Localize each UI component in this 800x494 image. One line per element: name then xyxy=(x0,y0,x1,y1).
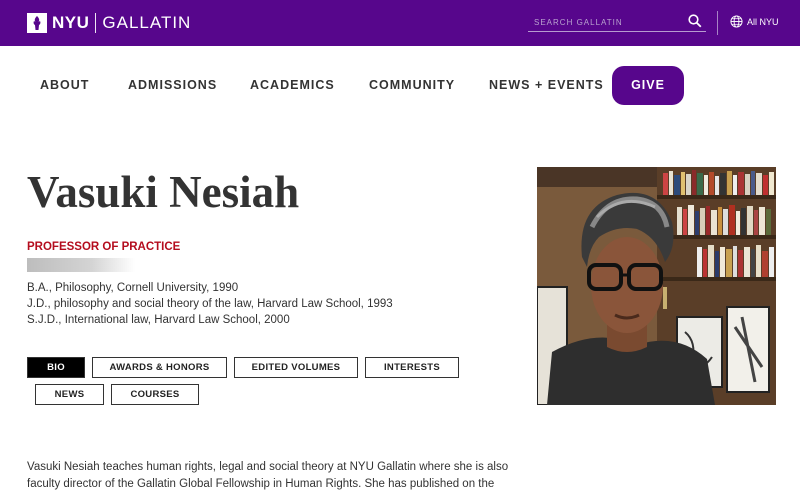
all-nyu-label: All NYU xyxy=(747,16,779,27)
nav-item-academics[interactable]: ACADEMICS xyxy=(250,78,335,92)
tab-bio[interactable]: BIO xyxy=(27,357,85,378)
give-button[interactable]: GIVE xyxy=(612,66,684,105)
top-bar: NYU GALLATIN All NYU xyxy=(0,0,800,46)
faculty-name: Vasuki Nesiah xyxy=(27,167,300,217)
nyu-torch-icon xyxy=(27,13,47,33)
nav-item-admissions[interactable]: ADMISSIONS xyxy=(128,78,217,92)
bio-line: faculty director of the Gallatin Global … xyxy=(27,478,495,490)
nav-item-news-events[interactable]: NEWS + EVENTS xyxy=(489,78,604,92)
redacted-text-bar xyxy=(27,258,135,272)
bio-line: Vasuki Nesiah teaches human rights, lega… xyxy=(27,461,509,473)
tab-news[interactable]: NEWS xyxy=(35,384,104,405)
faculty-portrait xyxy=(537,167,776,405)
logo-gallatin-text: GALLATIN xyxy=(102,13,192,32)
tab-interests[interactable]: INTERESTS xyxy=(365,357,459,378)
nyu-gallatin-logo[interactable]: NYU GALLATIN xyxy=(27,12,191,34)
all-nyu-link[interactable]: All NYU xyxy=(730,15,779,28)
globe-icon xyxy=(730,15,743,28)
logo-divider xyxy=(95,13,97,33)
tab-awards-honors[interactable]: AWARDS & HONORS xyxy=(92,357,227,378)
degree-item: J.D., philosophy and social theory of th… xyxy=(27,298,393,310)
degrees-list: B.A., Philosophy, Cornell University, 19… xyxy=(27,280,393,328)
degree-item: S.J.D., International law, Harvard Law S… xyxy=(27,314,290,326)
tab-edited-volumes[interactable]: EDITED VOLUMES xyxy=(234,357,358,378)
nav-item-community[interactable]: COMMUNITY xyxy=(369,78,455,92)
search-box xyxy=(528,12,706,32)
logo-nyu-text: NYU xyxy=(52,13,90,32)
header-divider xyxy=(717,11,718,35)
nav-item-about[interactable]: ABOUT xyxy=(40,78,89,92)
main-nav: ABOUT ADMISSIONS ACADEMICS COMMUNITY NEW… xyxy=(0,46,800,124)
search-input[interactable] xyxy=(534,14,684,30)
degree-item: B.A., Philosophy, Cornell University, 19… xyxy=(27,282,239,294)
tab-courses[interactable]: COURSES xyxy=(111,384,199,405)
bio-text: Vasuki Nesiah teaches human rights, lega… xyxy=(27,459,517,494)
search-icon[interactable] xyxy=(688,14,702,28)
faculty-title: PROFESSOR OF PRACTICE xyxy=(27,241,181,253)
